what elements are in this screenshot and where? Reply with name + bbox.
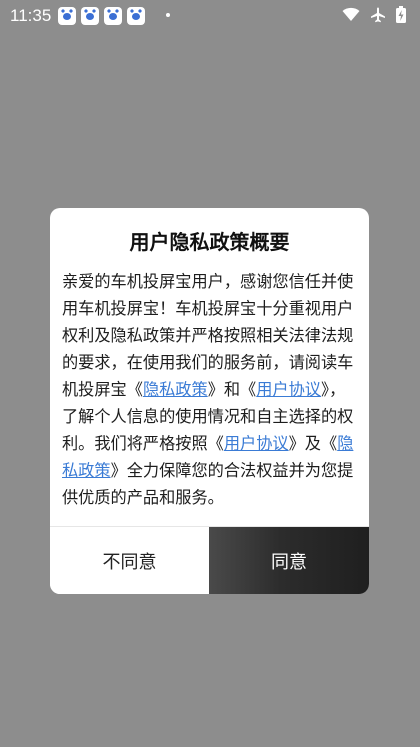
user-agreement-link[interactable]: 用户协议 xyxy=(256,380,321,399)
privacy-policy-link[interactable]: 隐私政策 xyxy=(143,380,208,399)
notification-icons xyxy=(58,7,145,25)
baidu-icon xyxy=(58,7,76,25)
dialog-body-text: 亲爱的车机投屏宝用户，感谢您信任并使用车机投屏宝！车机投屏宝十分重视用户权利及隐… xyxy=(62,268,358,511)
agree-button[interactable]: 同意 xyxy=(209,527,369,594)
dialog-title: 用户隐私政策概要 xyxy=(129,230,290,254)
status-bar: 11:35 xyxy=(0,0,420,30)
body-text: 》和《 xyxy=(207,380,257,399)
battery-charging-icon xyxy=(396,6,406,23)
body-text: 》及《 xyxy=(288,434,338,453)
more-notifications-dot-icon xyxy=(166,13,170,17)
privacy-policy-dialog: 用户隐私政策概要 亲爱的车机投屏宝用户，感谢您信任并使用车机投屏宝！车机投屏宝十… xyxy=(50,208,369,594)
baidu-icon xyxy=(104,7,122,25)
wifi-icon xyxy=(342,7,360,21)
baidu-icon xyxy=(127,7,145,25)
status-indicators xyxy=(342,6,406,23)
disagree-button[interactable]: 不同意 xyxy=(50,527,209,594)
status-time: 11:35 xyxy=(10,6,52,25)
airplane-mode-icon xyxy=(371,7,385,22)
user-agreement-link[interactable]: 用户协议 xyxy=(224,434,289,453)
baidu-icon xyxy=(81,7,99,25)
